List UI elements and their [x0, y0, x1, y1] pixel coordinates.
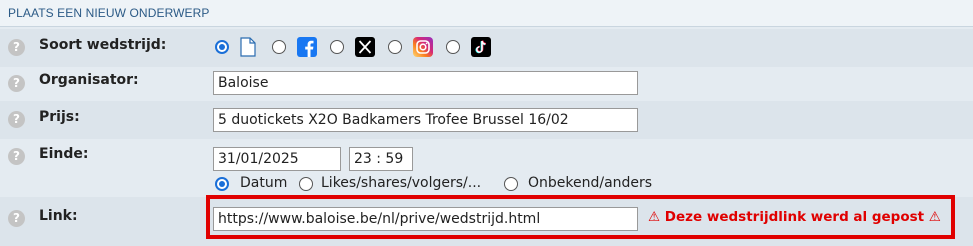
help-icon[interactable]: ? — [8, 75, 25, 92]
radio-type-facebook[interactable] — [272, 40, 286, 54]
radio-type-tiktok[interactable] — [446, 40, 460, 54]
tiktok-icon — [471, 37, 491, 61]
einde-option-likes-label: Likes/shares/volgers/... — [321, 175, 482, 191]
help-icon[interactable]: ? — [8, 111, 25, 128]
radio-einde-onbekend[interactable] — [504, 177, 518, 191]
row-soort-wedstrijd: ? Soort wedstrijd: — [0, 29, 973, 67]
row-einde: ? Einde: — [0, 140, 973, 197]
soort-wedstrijd-label: Soort wedstrijd: — [39, 37, 167, 53]
document-icon — [240, 37, 256, 61]
facebook-icon — [297, 37, 317, 61]
prijs-input[interactable]: 5 duotickets X2O Badkamers Trofee Brusse… — [213, 108, 638, 132]
einde-time-input[interactable]: 23 : 59 — [349, 147, 413, 171]
radio-type-x[interactable] — [330, 40, 344, 54]
form-header: PLAATS EEN NIEUW ONDERWERP — [0, 0, 973, 27]
help-icon[interactable]: ? — [8, 148, 25, 165]
link-label: Link: — [39, 208, 78, 224]
duplicate-link-warning: ⚠ Deze wedstrijdlink werd al gepost ⚠ — [648, 209, 941, 225]
einde-label: Einde: — [39, 146, 89, 162]
einde-option-datum-label: Datum — [240, 175, 288, 191]
radio-type-instagram[interactable] — [388, 40, 402, 54]
radio-einde-likes[interactable] — [299, 177, 313, 191]
radio-type-document[interactable] — [215, 40, 229, 54]
help-icon[interactable]: ? — [8, 210, 25, 227]
instagram-icon — [413, 37, 433, 61]
form-title: PLAATS EEN NIEUW ONDERWERP — [8, 6, 210, 20]
help-icon[interactable]: ? — [8, 39, 25, 56]
organisator-label: Organisator: — [39, 72, 139, 88]
organisator-input[interactable]: Baloise — [213, 71, 638, 95]
radio-einde-datum[interactable] — [215, 177, 229, 191]
x-icon — [355, 37, 375, 61]
einde-date-input[interactable]: 31/01/2025 — [213, 147, 341, 171]
einde-option-onbekend-label: Onbekend/anders — [528, 175, 653, 191]
prijs-label: Prijs: — [39, 109, 80, 125]
link-input[interactable]: https://www.baloise.be/nl/prive/wedstrij… — [213, 207, 638, 231]
